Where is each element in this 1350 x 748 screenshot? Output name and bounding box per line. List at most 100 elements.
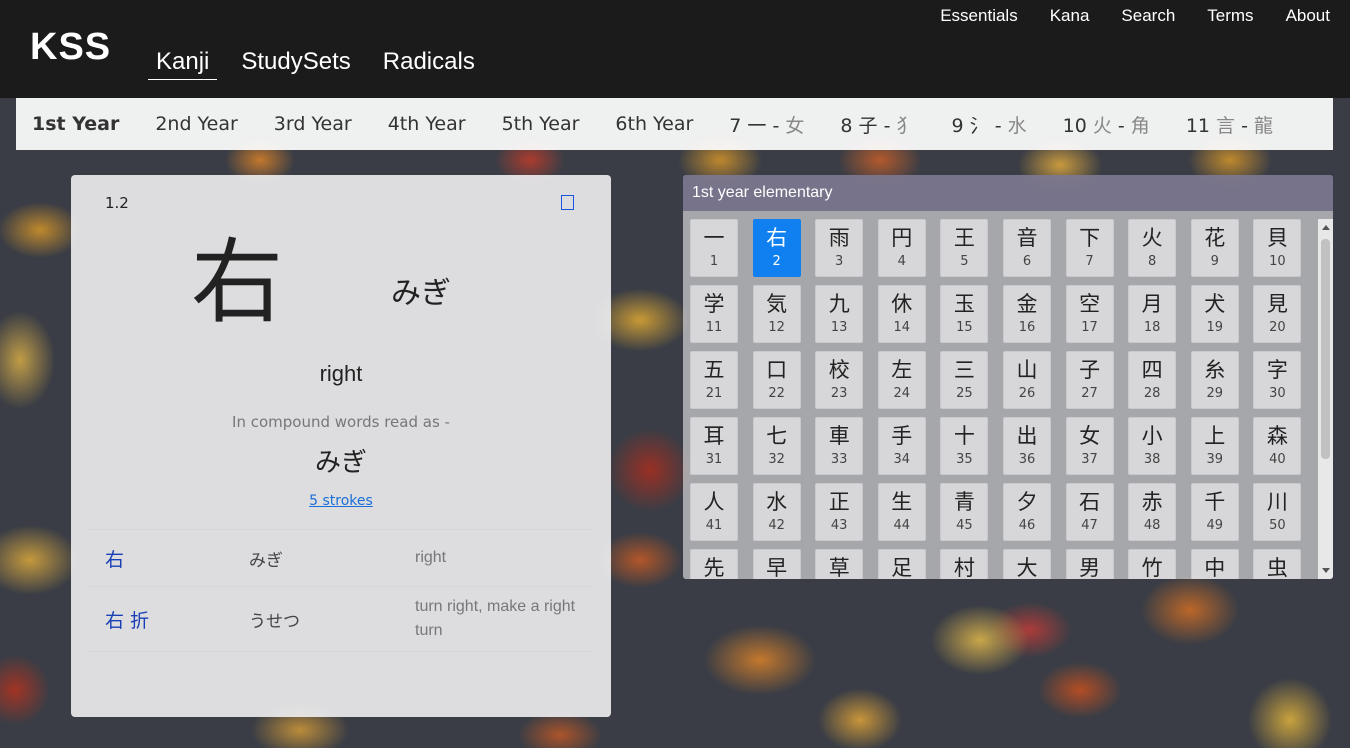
kanji-tile[interactable]: 火8 bbox=[1128, 219, 1177, 277]
kanji-tile[interactable]: 七 32 bbox=[752, 417, 801, 475]
kanji-tile[interactable]: 大 bbox=[1002, 549, 1051, 579]
tab-4th-year[interactable]: 4th Year bbox=[388, 113, 466, 135]
kanji-tile[interactable]: 休 14 bbox=[877, 285, 926, 343]
tab-5th-year[interactable]: 5th Year bbox=[502, 113, 580, 135]
kanji-tile[interactable]: 石 47 bbox=[1065, 483, 1114, 541]
kanji-tile[interactable]: 貝 10 bbox=[1253, 219, 1302, 277]
tab-1st-year[interactable]: 1st Year bbox=[32, 113, 119, 135]
kanji-tile[interactable]: 正 43 bbox=[815, 483, 864, 541]
kanji-tile[interactable]: 下7 bbox=[1065, 219, 1114, 277]
kanji-tile[interactable]: 上 39 bbox=[1190, 417, 1239, 475]
scroll-up-icon[interactable] bbox=[1322, 225, 1330, 230]
tile-number: 47 bbox=[1081, 518, 1098, 533]
kanji-tile[interactable]: 千 49 bbox=[1190, 483, 1239, 541]
kanji-tile[interactable]: 草 bbox=[815, 549, 864, 579]
kanji-tile[interactable]: 赤 48 bbox=[1128, 483, 1177, 541]
kanji-tile[interactable]: 口 22 bbox=[752, 351, 801, 409]
kanji-tile[interactable]: 雨3 bbox=[815, 219, 864, 277]
tab-2nd-year[interactable]: 2nd Year bbox=[155, 113, 237, 135]
tile-kanji: 九 bbox=[828, 292, 850, 316]
kanji-tile[interactable]: 小 38 bbox=[1128, 417, 1177, 475]
word[interactable]: 右 bbox=[105, 545, 249, 572]
tab-range-9[interactable]: 9 氵 - 水 bbox=[952, 111, 1027, 138]
kanji-tile[interactable]: 犬 19 bbox=[1190, 285, 1239, 343]
kanji-tile[interactable]: 見 20 bbox=[1253, 285, 1302, 343]
kanji-tile[interactable]: 右2 bbox=[752, 219, 801, 277]
kanji-tile[interactable]: 水 42 bbox=[752, 483, 801, 541]
kanji-tile[interactable]: 王5 bbox=[940, 219, 989, 277]
kanji-tile[interactable]: 花9 bbox=[1190, 219, 1239, 277]
word[interactable]: 右 折 bbox=[105, 606, 249, 633]
kanji-tile[interactable]: 川 50 bbox=[1253, 483, 1302, 541]
tile-number: 13 bbox=[830, 320, 848, 335]
nav-about[interactable]: About bbox=[1286, 6, 1330, 26]
site-logo[interactable]: KSS bbox=[30, 26, 111, 69]
kanji-tile[interactable]: 四 28 bbox=[1128, 351, 1177, 409]
kanji-tile[interactable]: 森 40 bbox=[1253, 417, 1302, 475]
kanji-tile[interactable]: 人 41 bbox=[690, 483, 738, 541]
kanji-tile[interactable]: 女 37 bbox=[1065, 417, 1114, 475]
kanji-tile[interactable]: 学 11 bbox=[690, 285, 738, 343]
kanji-tile[interactable]: 男 bbox=[1065, 549, 1114, 579]
kanji-tile[interactable]: 三 25 bbox=[940, 351, 989, 409]
grid-scrollbar[interactable] bbox=[1318, 219, 1333, 579]
tile-kanji: 中 bbox=[1204, 556, 1226, 579]
kanji-tile[interactable]: 先 bbox=[690, 549, 738, 579]
kanji-tile[interactable]: 十 35 bbox=[940, 417, 989, 475]
tile-kanji: 空 bbox=[1079, 292, 1101, 316]
scroll-down-icon[interactable] bbox=[1322, 568, 1330, 573]
kanji-tile[interactable]: 気 12 bbox=[752, 285, 801, 343]
kanji-tile[interactable]: 円4 bbox=[877, 219, 926, 277]
nav-terms[interactable]: Terms bbox=[1207, 6, 1253, 26]
nav-essentials[interactable]: Essentials bbox=[940, 6, 1017, 26]
kanji-tile[interactable]: 耳 31 bbox=[690, 417, 738, 475]
kanji-tile[interactable]: 虫 bbox=[1253, 549, 1302, 579]
tile-kanji: 花 bbox=[1204, 226, 1226, 250]
kanji-tile[interactable]: 金 16 bbox=[1002, 285, 1051, 343]
kanji-tile[interactable]: 一1 bbox=[690, 219, 738, 277]
tile-kanji: 足 bbox=[891, 556, 913, 579]
kanji-tile[interactable]: 左 24 bbox=[877, 351, 926, 409]
strokes-link[interactable]: 5 strokes bbox=[71, 493, 611, 509]
tile-kanji: 正 bbox=[828, 490, 850, 514]
range-to: 龍 bbox=[1254, 114, 1274, 137]
kanji-tile[interactable]: 手 34 bbox=[877, 417, 926, 475]
kanji-tile[interactable]: 山 26 bbox=[1002, 351, 1051, 409]
kanji-tile[interactable]: 音6 bbox=[1002, 219, 1051, 277]
kanji-tile[interactable]: 生 44 bbox=[877, 483, 926, 541]
kanji-tile[interactable]: 空 17 bbox=[1065, 285, 1114, 343]
kanji-tile[interactable]: 車 33 bbox=[815, 417, 864, 475]
kanji-tile[interactable]: 糸 29 bbox=[1190, 351, 1239, 409]
kanji-tile[interactable]: 月 18 bbox=[1128, 285, 1177, 343]
nav-kanji[interactable]: Kanji bbox=[148, 48, 218, 80]
kanji-tile[interactable]: 夕 46 bbox=[1002, 483, 1051, 541]
nav-search[interactable]: Search bbox=[1121, 6, 1175, 26]
bookmark-icon[interactable] bbox=[561, 195, 574, 210]
kanji-tile[interactable]: 出 36 bbox=[1002, 417, 1051, 475]
kanji-tile[interactable]: 玉 15 bbox=[940, 285, 989, 343]
tab-range-7[interactable]: 7 一 - 女 bbox=[729, 111, 804, 138]
tile-number: 14 bbox=[893, 320, 911, 335]
kanji-tile[interactable]: 青 45 bbox=[940, 483, 989, 541]
tab-6th-year[interactable]: 6th Year bbox=[615, 113, 693, 135]
kanji-tile[interactable]: 子 27 bbox=[1065, 351, 1114, 409]
nav-kana[interactable]: Kana bbox=[1050, 6, 1090, 26]
kanji-tile[interactable]: 早 bbox=[752, 549, 801, 579]
tile-number: 48 bbox=[1143, 518, 1161, 533]
tab-range-8[interactable]: 8 子 - ⺨ bbox=[840, 111, 915, 138]
nav-studysets[interactable]: StudySets bbox=[233, 48, 358, 80]
kanji-tile[interactable]: 村 bbox=[940, 549, 989, 579]
tile-kanji: 犬 bbox=[1204, 292, 1226, 316]
kanji-tile[interactable]: 字 30 bbox=[1253, 351, 1302, 409]
tab-range-11[interactable]: 11 言 - 龍 bbox=[1186, 111, 1273, 138]
tab-range-10[interactable]: 10 火 - 角 bbox=[1063, 111, 1150, 138]
kanji-tile[interactable]: 足 bbox=[877, 549, 926, 579]
kanji-tile[interactable]: 中 bbox=[1190, 549, 1239, 579]
tab-3rd-year[interactable]: 3rd Year bbox=[274, 113, 352, 135]
kanji-tile[interactable]: 五 21 bbox=[690, 351, 738, 409]
scrollbar-thumb[interactable] bbox=[1321, 239, 1330, 459]
nav-radicals[interactable]: Radicals bbox=[375, 48, 483, 80]
kanji-tile[interactable]: 校 23 bbox=[815, 351, 864, 409]
kanji-tile[interactable]: 竹 bbox=[1128, 549, 1177, 579]
kanji-tile[interactable]: 九 13 bbox=[815, 285, 864, 343]
